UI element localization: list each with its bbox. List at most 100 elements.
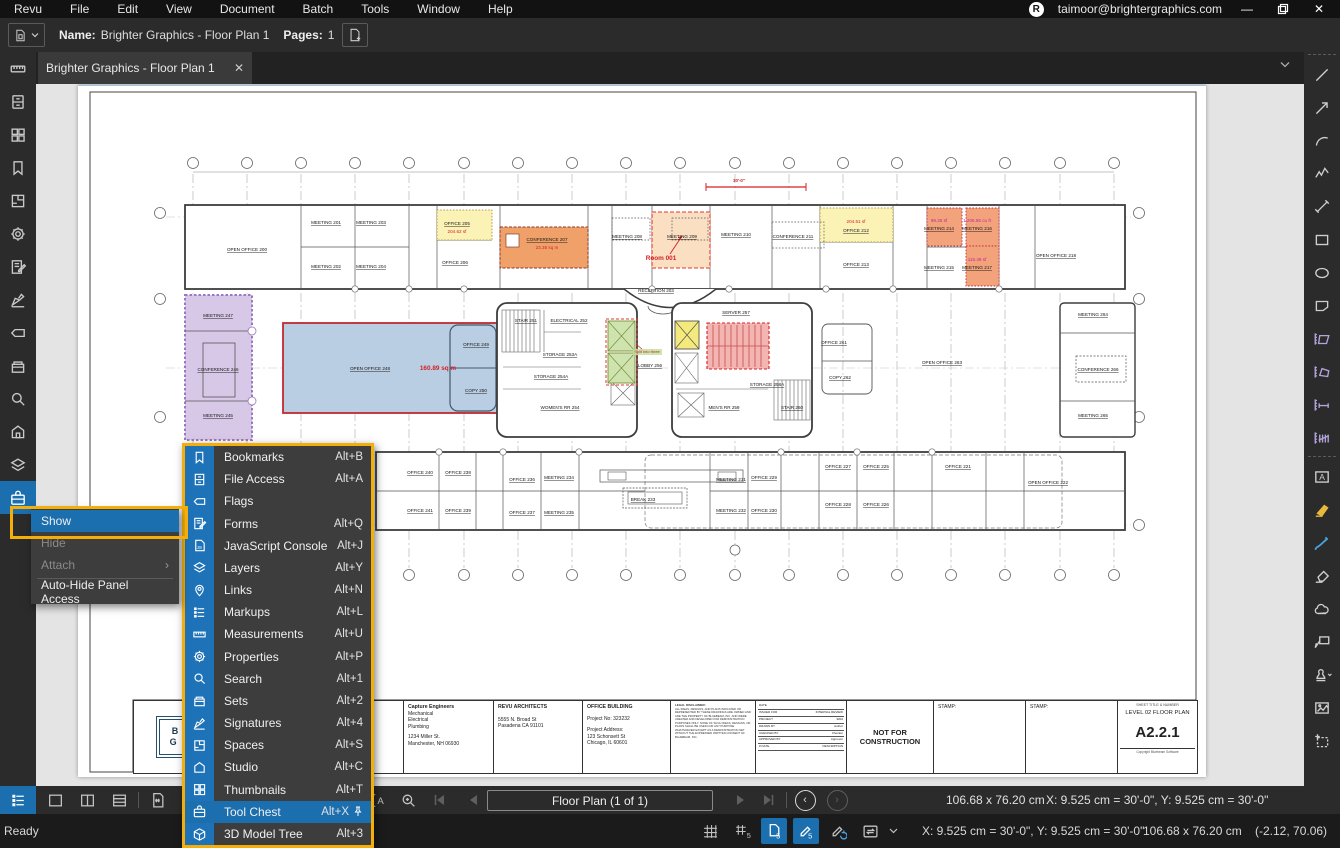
- panel-access-menu: BookmarksAlt+B File AccessAlt+A Flags Fo…: [182, 443, 374, 848]
- sidebar-properties[interactable]: [0, 217, 36, 250]
- count-measurement-icon: [1313, 429, 1331, 447]
- markup-list-toggle[interactable]: [0, 786, 36, 814]
- tool-eraser[interactable]: [1304, 559, 1340, 592]
- menu-item-flags[interactable]: Flags: [185, 490, 371, 512]
- tool-highlighter[interactable]: [1304, 493, 1340, 526]
- menu-edit[interactable]: Edit: [103, 2, 152, 16]
- tool-ellipse[interactable]: [1304, 256, 1340, 289]
- sidebar-sets[interactable]: [0, 349, 36, 382]
- menu-item-layers[interactable]: LayersAlt+Y: [185, 557, 371, 579]
- menu-item-markups[interactable]: MarkupsAlt+L: [185, 601, 371, 623]
- menu-item-measurements[interactable]: MeasurementsAlt+U: [185, 623, 371, 645]
- sidebar-studio[interactable]: [0, 415, 36, 448]
- menu-item-properties[interactable]: PropertiesAlt+P: [185, 646, 371, 668]
- menu-document[interactable]: Document: [206, 2, 289, 16]
- tool-arrow[interactable]: [1304, 91, 1340, 124]
- snap-to-content-icon[interactable]: 5: [761, 818, 787, 844]
- minimize-button[interactable]: —: [1236, 1, 1258, 17]
- split-horizontal-button[interactable]: [104, 786, 134, 814]
- sets-icon: [9, 357, 27, 375]
- menu-item-thumbnails[interactable]: ThumbnailsAlt+T: [185, 779, 371, 801]
- tab-close-icon[interactable]: ✕: [234, 61, 244, 75]
- next-page-button[interactable]: [728, 786, 752, 814]
- menu-item-studio[interactable]: StudioAlt+C: [185, 756, 371, 778]
- document-tab[interactable]: Brighter Graphics - Floor Plan 1 ✕: [38, 52, 252, 84]
- tool-pen[interactable]: [1304, 526, 1340, 559]
- tool-polyline[interactable]: [1304, 157, 1340, 190]
- sidebar-file-access[interactable]: [0, 85, 36, 118]
- menu-item-file-access[interactable]: File AccessAlt+A: [185, 468, 371, 490]
- previous-page-button[interactable]: [462, 786, 486, 814]
- menu-help[interactable]: Help: [474, 2, 527, 16]
- sidebar-flags[interactable]: [0, 316, 36, 349]
- tool-callout[interactable]: [1304, 625, 1340, 658]
- reuse-chevron-icon[interactable]: [889, 828, 898, 834]
- area-measurement-icon: [1313, 330, 1331, 348]
- snap-to-grid-icon[interactable]: 5: [729, 818, 755, 844]
- last-page-button[interactable]: [756, 786, 780, 814]
- sidebar-thumbnails[interactable]: [0, 118, 36, 151]
- menu-item-3d-model-tree[interactable]: 3D Model TreeAlt+3: [185, 823, 371, 845]
- first-page-button[interactable]: [428, 786, 452, 814]
- next-view-button[interactable]: ›: [824, 786, 850, 814]
- sidebar-signatures[interactable]: [0, 283, 36, 316]
- tool-stamp[interactable]: [1304, 658, 1340, 691]
- split-vertical-button[interactable]: [72, 786, 102, 814]
- menu-item-forms[interactable]: FormsAlt+Q: [185, 513, 371, 535]
- tool-polygon[interactable]: [1304, 289, 1340, 322]
- sidebar-forms[interactable]: [0, 250, 36, 283]
- markup-annotation: 115.49 sf: [968, 257, 987, 262]
- menu-item-bookmarks[interactable]: BookmarksAlt+B: [185, 446, 371, 468]
- sidebar-search[interactable]: [0, 382, 36, 415]
- grid-icon[interactable]: [697, 818, 723, 844]
- tool-rectangle[interactable]: [1304, 223, 1340, 256]
- file-menu-button[interactable]: [8, 23, 45, 47]
- account-email[interactable]: taimoor@brightergraphics.com: [1058, 2, 1222, 16]
- sidebar-spaces[interactable]: [0, 184, 36, 217]
- menu-tools[interactable]: Tools: [347, 2, 403, 16]
- tool-arc[interactable]: [1304, 124, 1340, 157]
- menu-item-javascript-console[interactable]: JSJavaScript ConsoleAlt+J: [185, 535, 371, 557]
- context-auto-hide[interactable]: Auto-Hide Panel Access: [31, 581, 179, 603]
- pin-icon: [353, 806, 363, 817]
- tool-text-box[interactable]: A: [1304, 460, 1340, 493]
- menu-item-sets[interactable]: SetsAlt+2: [185, 690, 371, 712]
- fit-page-button[interactable]: [142, 786, 172, 814]
- menu-item-signatures[interactable]: SignaturesAlt+4: [185, 712, 371, 734]
- tool-dimension[interactable]: [1304, 190, 1340, 223]
- menu-window[interactable]: Window: [403, 2, 474, 16]
- ruler-icon: [185, 623, 214, 645]
- tool-perimeter-measure[interactable]: [1304, 355, 1340, 388]
- menu-view[interactable]: View: [152, 2, 206, 16]
- room-label: MEETING 217: [962, 265, 992, 270]
- sidebar-layers[interactable]: [0, 448, 36, 481]
- menu-item-links[interactable]: LinksAlt+N: [185, 579, 371, 601]
- menu-item-spaces[interactable]: SpacesAlt+S: [185, 734, 371, 756]
- tool-area-measure[interactable]: [1304, 322, 1340, 355]
- restore-button[interactable]: [1272, 1, 1294, 17]
- tool-count-measure[interactable]: [1304, 421, 1340, 454]
- menu-item-tool-chest[interactable]: Tool ChestAlt+X: [185, 801, 371, 823]
- menu-file[interactable]: File: [56, 2, 103, 16]
- tool-length-measure[interactable]: [1304, 388, 1340, 421]
- reuse-markup-icon[interactable]: [857, 818, 883, 844]
- tool-snapshot[interactable]: [1304, 724, 1340, 757]
- zoom-button[interactable]: [394, 786, 422, 814]
- previous-view-button[interactable]: ‹: [792, 786, 818, 814]
- sidebar-measurements[interactable]: [0, 52, 36, 85]
- sidebar-bookmarks[interactable]: [0, 151, 36, 184]
- menu-item-search[interactable]: SearchAlt+1: [185, 668, 371, 690]
- tool-line[interactable]: [1304, 58, 1340, 91]
- insert-page-button[interactable]: [342, 23, 368, 47]
- context-show[interactable]: Show: [31, 510, 179, 532]
- tool-cloud[interactable]: [1304, 592, 1340, 625]
- close-button[interactable]: ✕: [1308, 1, 1330, 17]
- single-pane-button[interactable]: [40, 786, 70, 814]
- snap-to-markup-icon[interactable]: 5: [793, 818, 819, 844]
- page-field[interactable]: Floor Plan (1 of 1): [487, 790, 713, 811]
- tab-overflow-chevron[interactable]: [1280, 61, 1290, 68]
- markup-sequence-icon[interactable]: [825, 818, 851, 844]
- tool-image[interactable]: [1304, 691, 1340, 724]
- menu-batch[interactable]: Batch: [289, 2, 348, 16]
- menu-revu[interactable]: Revu: [0, 2, 56, 16]
